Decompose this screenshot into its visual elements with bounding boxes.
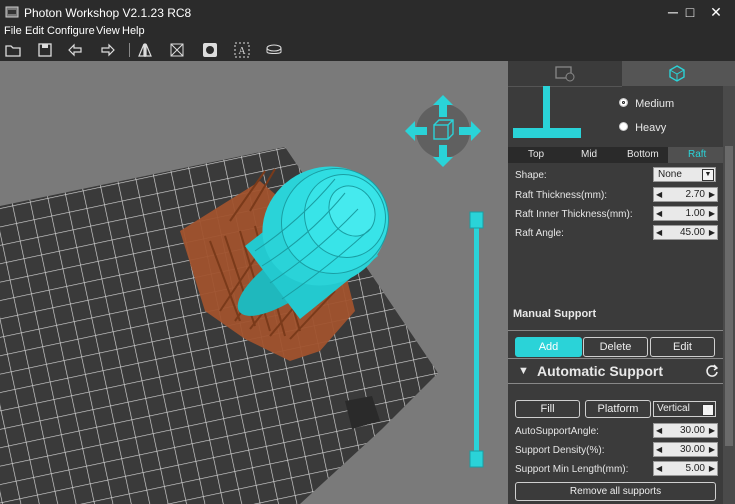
raft-inner-thickness-label: Raft Inner Thickness(mm): — [515, 209, 633, 220]
toolbar: A — [0, 39, 735, 61]
svg-text:A: A — [238, 46, 246, 57]
platform-button[interactable]: Platform — [585, 400, 651, 418]
radio-medium-indicator[interactable] — [619, 98, 628, 107]
layer-slider-bottom-handle[interactable] — [469, 450, 484, 468]
add-support-button[interactable]: Add — [515, 337, 582, 357]
chevron-down-icon: ▼ — [702, 404, 714, 416]
manual-support-title: Manual Support — [513, 308, 597, 320]
3d-viewport[interactable] — [0, 61, 508, 504]
toolbar-separator — [129, 43, 130, 57]
decrement-arrow-icon[interactable]: ◀ — [656, 462, 662, 475]
radio-medium[interactable]: Medium — [619, 98, 674, 110]
increment-arrow-icon[interactable]: ▶ — [709, 462, 715, 475]
increment-arrow-icon[interactable]: ▶ — [709, 226, 715, 239]
radio-heavy[interactable]: Heavy — [619, 122, 666, 134]
save-icon[interactable] — [36, 41, 54, 59]
view-navigation-control[interactable] — [405, 95, 481, 167]
tab-support-settings[interactable] — [622, 61, 735, 86]
hollow-icon[interactable] — [201, 41, 219, 59]
rotate-icon[interactable] — [265, 41, 283, 59]
tab-raft-label: Raft — [688, 149, 707, 160]
shape-label: Shape: — [515, 170, 547, 181]
undo-icon[interactable] — [66, 41, 84, 59]
increment-arrow-icon[interactable]: ▶ — [709, 424, 715, 437]
close-button[interactable]: ✕ — [705, 3, 727, 21]
menu-help[interactable]: Help — [122, 25, 145, 37]
auto-support-angle-spinbox[interactable]: ◀ 30.00 ▶ — [653, 423, 718, 438]
support-section-tabs: Top Mid Bottom Raft — [508, 147, 735, 163]
printer-settings-icon — [555, 66, 575, 82]
window-title: Photon Workshop V2.1.23 RC8 — [24, 6, 192, 20]
shape-select-value: None — [658, 169, 682, 180]
raft-angle-label: Raft Angle: — [515, 228, 564, 239]
title-bar: Photon Workshop V2.1.23 RC8 ─ □ ✕ — [0, 0, 735, 25]
shape-select[interactable]: None ▼ — [653, 167, 716, 182]
panel-scrollbar[interactable] — [723, 86, 735, 504]
support-mode-value: Vertical — [657, 403, 690, 414]
decrement-arrow-icon[interactable]: ◀ — [656, 226, 662, 239]
tab-mid[interactable]: Mid — [581, 149, 597, 160]
support-settings-icon — [669, 65, 685, 82]
increment-arrow-icon[interactable]: ▶ — [709, 207, 715, 220]
fill-button[interactable]: Fill — [515, 400, 580, 418]
tab-machine-settings[interactable] — [508, 61, 622, 87]
decrement-arrow-icon[interactable]: ◀ — [656, 443, 662, 456]
auto-support-angle-label: AutoSupportAngle: — [515, 426, 599, 437]
support-density-spinbox[interactable]: ◀ 30.00 ▶ — [653, 442, 718, 457]
decrement-arrow-icon[interactable]: ◀ — [656, 188, 662, 201]
radio-medium-label: Medium — [635, 98, 675, 110]
open-folder-icon[interactable] — [4, 41, 22, 59]
decrement-arrow-icon[interactable]: ◀ — [656, 424, 662, 437]
divider — [508, 330, 723, 331]
refresh-icon[interactable] — [705, 364, 719, 378]
layer-slider-top-handle[interactable] — [469, 211, 484, 229]
raft-thickness-label: Raft Thickness(mm): — [515, 190, 608, 201]
menu-configure[interactable]: Configure — [47, 25, 95, 37]
tab-top[interactable]: Top — [528, 149, 544, 160]
app-icon — [5, 6, 19, 18]
layer-slider[interactable] — [469, 211, 484, 468]
divider — [508, 358, 723, 359]
support-shape-preview — [513, 86, 581, 138]
increment-arrow-icon[interactable]: ▶ — [709, 188, 715, 201]
delete-support-button[interactable]: Delete — [583, 337, 648, 357]
mirror-icon[interactable] — [136, 41, 154, 59]
divider — [508, 383, 723, 384]
menu-file[interactable]: File — [4, 25, 22, 37]
panel-scrollbar-thumb[interactable] — [725, 146, 733, 446]
decrement-arrow-icon[interactable]: ◀ — [656, 207, 662, 220]
raft-angle-spinbox[interactable]: ◀ 45.00 ▶ — [653, 225, 718, 240]
raft-inner-thickness-spinbox[interactable]: ◀ 1.00 ▶ — [653, 206, 718, 221]
menu-edit[interactable]: Edit — [25, 25, 44, 37]
support-min-length-value: 5.00 — [685, 463, 705, 474]
tab-bottom[interactable]: Bottom — [627, 149, 659, 160]
maximize-button[interactable]: □ — [679, 3, 701, 21]
automatic-support-title: Automatic Support — [537, 363, 663, 379]
radio-heavy-indicator[interactable] — [619, 122, 628, 131]
build-plate-scene[interactable] — [0, 61, 508, 504]
edit-support-button[interactable]: Edit — [650, 337, 715, 357]
menu-view[interactable]: View — [96, 25, 120, 37]
raft-inner-thickness-value: 1.00 — [685, 208, 705, 219]
settings-panel: Medium Heavy Top Mid Bottom Raft Shape: … — [508, 61, 735, 504]
redo-icon[interactable] — [99, 41, 117, 59]
support-min-length-label: Support Min Length(mm): — [515, 464, 629, 475]
collapse-triangle-icon[interactable]: ▼ — [518, 365, 529, 377]
support-mode-select[interactable]: Vertical ▼ — [653, 401, 716, 417]
text-icon[interactable]: A — [233, 41, 251, 59]
increment-arrow-icon[interactable]: ▶ — [709, 443, 715, 456]
support-density-value: 30.00 — [679, 444, 705, 455]
raft-thickness-spinbox[interactable]: ◀ 2.70 ▶ — [653, 187, 718, 202]
auto-support-angle-value: 30.00 — [679, 425, 705, 436]
support-density-label: Support Density(%): — [515, 445, 605, 456]
support-min-length-spinbox[interactable]: ◀ 5.00 ▶ — [653, 461, 718, 476]
menu-bar: File Edit Configure View Help — [0, 25, 735, 39]
raft-thickness-value: 2.70 — [685, 189, 705, 200]
scale-icon[interactable] — [168, 41, 186, 59]
radio-heavy-label: Heavy — [635, 122, 667, 134]
remove-all-supports-button[interactable]: Remove all supports — [515, 482, 716, 501]
chevron-down-icon: ▼ — [702, 169, 714, 181]
raft-angle-value: 45.00 — [679, 227, 705, 238]
